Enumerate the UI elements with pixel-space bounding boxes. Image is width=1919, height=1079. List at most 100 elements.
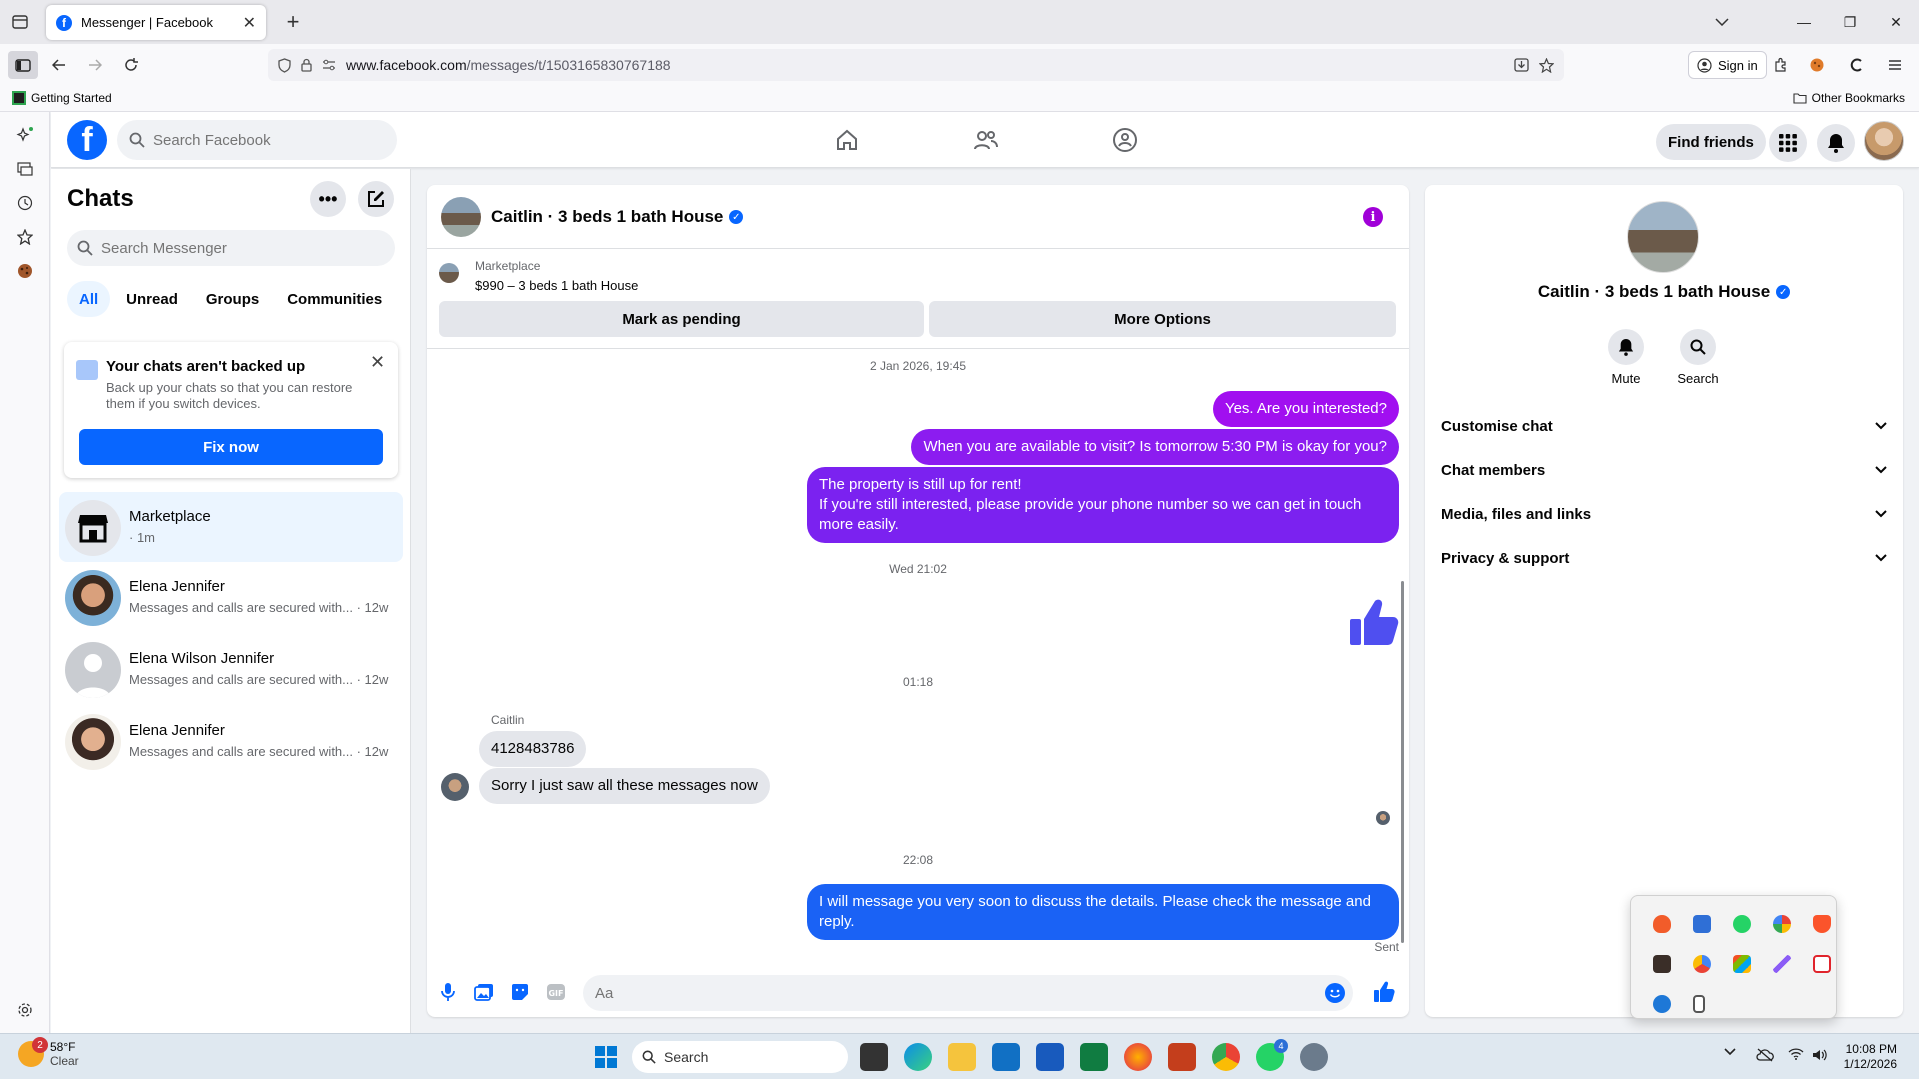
- url-bar[interactable]: www.facebook.com/messages/t/150316583076…: [268, 49, 1564, 81]
- chats-more-options-button[interactable]: •••: [310, 181, 346, 217]
- cloud-offline-icon[interactable]: [1756, 1048, 1774, 1062]
- firefox-icon[interactable]: [1124, 1043, 1152, 1071]
- wifi-icon[interactable]: [1788, 1048, 1804, 1060]
- tray-overflow-chevron-icon[interactable]: [1724, 1048, 1736, 1056]
- section-customise-chat[interactable]: Customise chat: [1441, 408, 1887, 444]
- extension-c-icon[interactable]: [1842, 51, 1872, 79]
- close-window-icon[interactable]: ✕: [1873, 14, 1919, 31]
- powerpoint-icon[interactable]: [1168, 1043, 1196, 1071]
- tab-list-icon[interactable]: [8, 11, 32, 33]
- word-icon[interactable]: [1036, 1043, 1064, 1071]
- microphone-icon[interactable]: [437, 981, 459, 1003]
- windows-start-icon[interactable]: [592, 1043, 620, 1071]
- ai-sparkle-icon[interactable]: [14, 124, 36, 146]
- notifications-bell-icon[interactable]: [1817, 124, 1855, 162]
- chat-item-elena-jennifer[interactable]: Elena Jennifer Messages and calls are se…: [59, 562, 403, 632]
- back-arrow-icon[interactable]: [44, 51, 74, 79]
- conversation-title[interactable]: Caitlin · 3 beds 1 bath House ✓: [491, 207, 744, 227]
- tray-usb-icon[interactable]: [1693, 995, 1705, 1013]
- edge-browser-icon[interactable]: [904, 1043, 932, 1071]
- browser-tab-messenger[interactable]: f Messenger | Facebook ✕: [46, 5, 266, 40]
- gif-icon[interactable]: GIF: [545, 981, 567, 1003]
- filter-groups[interactable]: Groups: [194, 281, 271, 317]
- close-icon[interactable]: ✕: [370, 352, 385, 373]
- conversation-avatar[interactable]: [441, 197, 481, 237]
- sticker-icon[interactable]: [509, 981, 531, 1003]
- whatsapp-icon[interactable]: 4: [1256, 1039, 1288, 1071]
- tray-whatsapp-icon[interactable]: [1733, 915, 1751, 933]
- chat-item-marketplace[interactable]: Marketplace · 1m: [59, 492, 403, 562]
- details-avatar[interactable]: [1627, 201, 1699, 273]
- menu-hamburger-icon[interactable]: [1880, 51, 1910, 79]
- facebook-search[interactable]: [117, 120, 397, 160]
- weather-widget[interactable]: 2 58°F Clear: [18, 1037, 79, 1068]
- save-to-pocket-icon[interactable]: [1514, 58, 1529, 72]
- filter-unread[interactable]: Unread: [114, 281, 190, 317]
- tab-close-icon[interactable]: ✕: [243, 13, 256, 33]
- task-view-icon[interactable]: [860, 1043, 888, 1071]
- message-in[interactable]: 4128483786: [479, 731, 587, 767]
- new-message-compose-icon[interactable]: [358, 181, 394, 217]
- sign-in-button[interactable]: Sign in: [1688, 51, 1767, 79]
- thumbs-up-sticker-icon[interactable]: [1348, 597, 1400, 647]
- search-in-chat-button[interactable]: Search: [1663, 329, 1733, 386]
- cookie-extension-icon[interactable]: [14, 260, 36, 282]
- messenger-search-input[interactable]: [101, 239, 371, 257]
- minimize-icon[interactable]: —: [1781, 14, 1827, 30]
- reload-icon[interactable]: [116, 51, 146, 79]
- sender-avatar[interactable]: [441, 773, 469, 801]
- tray-color-icon[interactable]: [1693, 955, 1711, 973]
- message-out[interactable]: Yes. Are you interested?: [1212, 391, 1399, 427]
- message-in[interactable]: Sorry I just saw all these messages now: [479, 768, 770, 804]
- forward-arrow-icon[interactable]: [80, 51, 110, 79]
- tab-overflow-chevron-icon[interactable]: [1710, 12, 1734, 32]
- section-privacy-support[interactable]: Privacy & support: [1441, 540, 1887, 576]
- settings-gear-icon[interactable]: [14, 999, 36, 1021]
- profile-avatar[interactable]: [1864, 121, 1904, 161]
- message-input-field[interactable]: [583, 975, 1353, 1011]
- listing-thumbnail[interactable]: [439, 263, 459, 283]
- menu-grid-icon[interactable]: [1769, 124, 1807, 162]
- tray-info-icon[interactable]: [1693, 915, 1711, 933]
- fix-now-button[interactable]: Fix now: [79, 429, 383, 465]
- page-settings-icon[interactable]: [322, 59, 336, 71]
- home-icon[interactable]: [831, 124, 863, 156]
- synced-tabs-icon[interactable]: [14, 158, 36, 180]
- extensions-puzzle-icon[interactable]: [1766, 51, 1796, 79]
- message-out[interactable]: The property is still up for rent! If yo…: [807, 467, 1399, 543]
- tray-pen-icon[interactable]: [1773, 955, 1791, 973]
- restore-icon[interactable]: ❐: [1827, 14, 1873, 31]
- message-out[interactable]: When you are available to visit? Is tomo…: [911, 429, 1399, 465]
- facebook-logo[interactable]: f: [67, 120, 107, 160]
- tray-brave-icon[interactable]: [1813, 915, 1831, 933]
- section-chat-members[interactable]: Chat members: [1441, 452, 1887, 488]
- tray-chrome-icon[interactable]: [1773, 915, 1791, 933]
- mute-button[interactable]: Mute: [1591, 329, 1661, 386]
- tray-pdf-icon[interactable]: [1813, 955, 1831, 973]
- listing-title[interactable]: $990 – 3 beds 1 bath House: [475, 278, 638, 293]
- messenger-search[interactable]: [67, 230, 395, 266]
- conversation-scrollbar[interactable]: [1401, 581, 1404, 943]
- message-input[interactable]: [595, 984, 1295, 1002]
- more-options-button[interactable]: More Options: [929, 301, 1396, 337]
- mark-as-pending-button[interactable]: Mark as pending: [439, 301, 924, 337]
- microsoft-store-icon[interactable]: [992, 1043, 1020, 1071]
- volume-icon[interactable]: [1812, 1048, 1828, 1062]
- bookmarks-star-icon[interactable]: [14, 226, 36, 248]
- facebook-search-input[interactable]: [153, 131, 373, 149]
- friends-icon[interactable]: [970, 124, 1002, 156]
- tray-flame-icon[interactable]: [1653, 915, 1671, 933]
- shield-icon[interactable]: [278, 57, 291, 73]
- filter-communities[interactable]: Communities: [275, 281, 394, 317]
- tray-shield-icon[interactable]: [1653, 995, 1671, 1013]
- bookmark-star-icon[interactable]: [1539, 57, 1554, 73]
- history-clock-icon[interactable]: [14, 192, 36, 214]
- sidebar-toggle-icon[interactable]: [8, 51, 38, 79]
- details-title[interactable]: Caitlin · 3 beds 1 bath House ✓: [1425, 282, 1903, 302]
- file-explorer-icon[interactable]: [948, 1043, 976, 1071]
- groups-icon[interactable]: [1109, 124, 1141, 156]
- system-clock[interactable]: 10:08 PM 1/12/2026: [1844, 1042, 1897, 1072]
- chat-item-elena-wilson-jennifer[interactable]: Elena Wilson Jennifer Messages and calls…: [59, 634, 403, 704]
- photo-attach-icon[interactable]: [473, 981, 495, 1003]
- extension-cookie-icon[interactable]: [1802, 51, 1832, 79]
